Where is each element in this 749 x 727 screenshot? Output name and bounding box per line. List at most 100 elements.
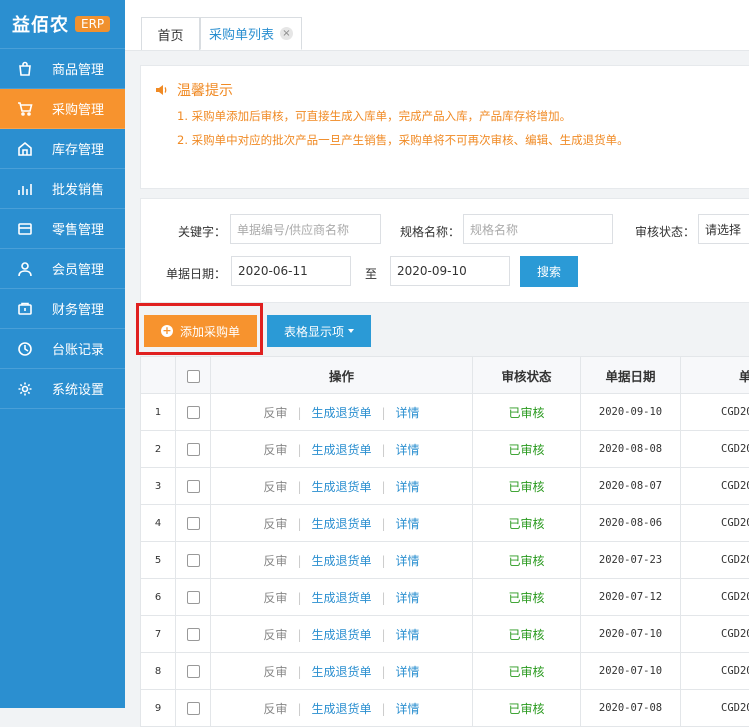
highlight-box bbox=[136, 303, 263, 355]
clock-icon bbox=[16, 340, 34, 358]
create-return-link[interactable]: 生成退货单 bbox=[311, 702, 371, 716]
create-return-link[interactable]: 生成退货单 bbox=[311, 406, 371, 420]
create-return-link[interactable]: 生成退货单 bbox=[311, 628, 371, 642]
sidebar-item-wholesale[interactable]: 批发销售 bbox=[0, 169, 125, 209]
spec-input[interactable]: 规格名称 bbox=[463, 214, 613, 244]
separator: | bbox=[297, 665, 301, 679]
row-select[interactable] bbox=[176, 431, 211, 468]
create-return-link[interactable]: 生成退货单 bbox=[311, 591, 371, 605]
unapprove-link[interactable]: 反审 bbox=[263, 591, 287, 605]
unapprove-link[interactable]: 反审 bbox=[263, 406, 287, 420]
table-row: 9反审|生成退货单|详情已审核2020-07-08CGD20 bbox=[141, 690, 749, 727]
row-status: 已审核 bbox=[473, 579, 581, 616]
detail-link[interactable]: 详情 bbox=[396, 591, 420, 605]
sidebar-item-label: 批发销售 bbox=[52, 179, 104, 198]
unapprove-link[interactable]: 反审 bbox=[263, 702, 287, 716]
sidebar-item-settings[interactable]: 系统设置 bbox=[0, 369, 125, 409]
checkbox[interactable] bbox=[187, 665, 200, 678]
table-header-row: 操作 审核状态 单据日期 单 bbox=[141, 357, 749, 394]
checkbox[interactable] bbox=[187, 628, 200, 641]
detail-link[interactable]: 详情 bbox=[396, 443, 420, 457]
checkbox[interactable] bbox=[187, 702, 200, 715]
row-actions: 反审 | 生成退货单 | 详情 bbox=[211, 505, 473, 542]
checkbox[interactable] bbox=[187, 370, 200, 383]
create-return-link[interactable]: 生成退货单 bbox=[311, 554, 371, 568]
keyword-input[interactable]: 单据编号/供应商名称 bbox=[230, 214, 381, 244]
detail-link[interactable]: 详情 bbox=[396, 702, 420, 716]
date-to-input[interactable]: 2020-09-10 bbox=[390, 256, 510, 286]
checkbox[interactable] bbox=[187, 591, 200, 604]
create-return-link[interactable]: 生成退货单 bbox=[311, 665, 371, 679]
header-select-all[interactable] bbox=[176, 357, 211, 394]
row-select[interactable] bbox=[176, 505, 211, 542]
sidebar-item-finance[interactable]: 财务管理 bbox=[0, 289, 125, 329]
row-status: 已审核 bbox=[473, 542, 581, 579]
tab-home[interactable]: 首页 bbox=[141, 17, 200, 50]
row-select[interactable] bbox=[176, 616, 211, 653]
detail-link[interactable]: 详情 bbox=[396, 665, 420, 679]
row-status: 已审核 bbox=[473, 505, 581, 542]
unapprove-link[interactable]: 反审 bbox=[263, 443, 287, 457]
row-select[interactable] bbox=[176, 690, 211, 727]
row-select[interactable] bbox=[176, 653, 211, 690]
checkbox[interactable] bbox=[187, 480, 200, 493]
search-button[interactable]: 搜索 bbox=[520, 256, 578, 287]
separator: | bbox=[297, 517, 301, 531]
sidebar-item-goods[interactable]: 商品管理 bbox=[0, 49, 125, 89]
row-index: 6 bbox=[141, 579, 176, 616]
create-return-link[interactable]: 生成退货单 bbox=[311, 480, 371, 494]
row-select[interactable] bbox=[176, 579, 211, 616]
checkbox[interactable] bbox=[187, 517, 200, 530]
create-return-link[interactable]: 生成退货单 bbox=[311, 517, 371, 531]
status-label: 审核状态： bbox=[635, 223, 695, 240]
unapprove-link[interactable]: 反审 bbox=[263, 628, 287, 642]
table-row: 3反审|生成退货单|详情已审核2020-08-07CGD20 bbox=[141, 468, 749, 505]
separator: | bbox=[382, 665, 386, 679]
create-return-link[interactable]: 生成退货单 bbox=[311, 443, 371, 457]
sidebar-item-label: 零售管理 bbox=[52, 219, 104, 238]
row-index: 1 bbox=[141, 394, 176, 431]
checkbox[interactable] bbox=[187, 554, 200, 567]
close-icon[interactable]: × bbox=[280, 27, 293, 40]
main-content: 首页 采购单列表 × 温馨提示 1. 采购单添加后审核，可直接生成入库单，完成产… bbox=[125, 0, 749, 708]
row-select[interactable] bbox=[176, 394, 211, 431]
unapprove-link[interactable]: 反审 bbox=[263, 517, 287, 531]
detail-link[interactable]: 详情 bbox=[396, 554, 420, 568]
unapprove-link[interactable]: 反审 bbox=[263, 554, 287, 568]
row-actions: 反审|生成退货单|详情 bbox=[211, 579, 473, 616]
separator: | bbox=[382, 628, 386, 642]
row-date: 2020-07-12 bbox=[581, 579, 681, 616]
status-select[interactable]: 请选择 bbox=[698, 214, 749, 244]
table-row: 7反审|生成退货单|详情已审核2020-07-10CGD20 bbox=[141, 616, 749, 653]
notice-line-1: 1. 采购单添加后审核，可直接生成入库单，完成产品入库，产品库存将增加。 bbox=[177, 108, 571, 124]
tab-purchase-list[interactable]: 采购单列表 × bbox=[200, 17, 302, 50]
date-from-input[interactable]: 2020-06-11 bbox=[231, 256, 351, 286]
tab-label: 首页 bbox=[157, 25, 183, 44]
date-label: 单据日期： bbox=[166, 265, 226, 282]
sidebar-item-purchase[interactable]: 采购管理 bbox=[0, 89, 125, 129]
row-index: 9 bbox=[141, 690, 176, 727]
sidebar-item-retail[interactable]: 零售管理 bbox=[0, 209, 125, 249]
separator: | bbox=[382, 443, 386, 457]
checkbox[interactable] bbox=[187, 406, 200, 419]
separator: | bbox=[297, 628, 301, 642]
row-select[interactable] bbox=[176, 468, 211, 505]
sidebar-item-inventory[interactable]: 库存管理 bbox=[0, 129, 125, 169]
separator: | bbox=[382, 517, 386, 531]
purchase-order-table: 操作 审核状态 单据日期 单 1反审|生成退货单|详情已审核2020-09-10… bbox=[140, 356, 749, 727]
row-status: 已审核 bbox=[473, 616, 581, 653]
detail-link[interactable]: 详情 bbox=[396, 517, 420, 531]
separator: | bbox=[297, 702, 301, 716]
unapprove-link[interactable]: 反审 bbox=[263, 480, 287, 494]
detail-link[interactable]: 详情 bbox=[396, 406, 420, 420]
column-display-button[interactable]: 表格显示项 bbox=[267, 315, 371, 347]
row-code: CGD20 bbox=[681, 616, 749, 653]
sidebar-item-ledger[interactable]: 台账记录 bbox=[0, 329, 125, 369]
sidebar-item-member[interactable]: 会员管理 bbox=[0, 249, 125, 289]
row-actions: 反审|生成退货单|详情 bbox=[211, 394, 473, 431]
unapprove-link[interactable]: 反审 bbox=[263, 665, 287, 679]
checkbox[interactable] bbox=[187, 443, 200, 456]
detail-link[interactable]: 详情 bbox=[396, 480, 420, 494]
detail-link[interactable]: 详情 bbox=[396, 628, 420, 642]
row-select[interactable] bbox=[176, 542, 211, 579]
